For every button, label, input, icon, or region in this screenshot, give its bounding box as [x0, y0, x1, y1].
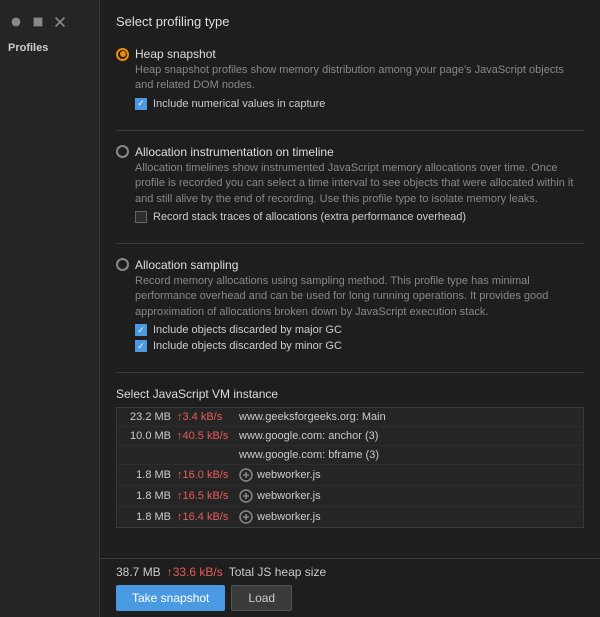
allocation-sampling-radio-row[interactable]: Allocation sampling [116, 258, 584, 272]
vm-size-0: 23.2 MB [125, 411, 171, 423]
include-major-gc-check: ✓ [137, 326, 145, 335]
allocation-sampling-label: Allocation sampling [135, 258, 238, 272]
vm-section-title: Select JavaScript VM instance [116, 387, 584, 401]
include-minor-gc-check: ✓ [137, 342, 145, 351]
include-minor-gc-checkbox[interactable]: ✓ [135, 340, 147, 352]
content-wrapper: Select profiling type Heap snapshot Heap… [100, 0, 600, 617]
vm-size-2: 1.8 MB [125, 469, 171, 481]
include-major-gc-row[interactable]: ✓ Include objects discarded by major GC [135, 324, 584, 336]
vm-name-1b: www.google.com: bframe (3) [239, 449, 379, 461]
include-numerical-row[interactable]: ✓ Include numerical values in capture [135, 98, 584, 110]
load-button[interactable]: Load [231, 585, 292, 611]
vm-rate-2: ↑16.0 kB/s [177, 469, 233, 481]
take-snapshot-button[interactable]: Take snapshot [116, 585, 225, 611]
vm-rate-4: ↑16.4 kB/s [177, 511, 233, 523]
allocation-instrumentation-radio-row[interactable]: Allocation instrumentation on timeline [116, 145, 584, 159]
allocation-instrumentation-desc: Allocation timelines show instrumented J… [135, 161, 584, 207]
main-content: Select profiling type Heap snapshot Heap… [100, 0, 600, 558]
divider-1 [116, 130, 584, 131]
vm-name-1: www.google.com: anchor (3) [239, 430, 378, 442]
stop-icon[interactable] [30, 14, 46, 30]
heap-snapshot-radio-row[interactable]: Heap snapshot [116, 47, 584, 61]
vm-name-4: webworker.js [239, 510, 321, 524]
record-stack-traces-row[interactable]: Record stack traces of allocations (extr… [135, 211, 584, 223]
heap-snapshot-radio[interactable] [116, 48, 129, 61]
allocation-instrumentation-label: Allocation instrumentation on timeline [135, 145, 334, 159]
sidebar: Profiles [0, 0, 100, 617]
sidebar-toolbar [0, 8, 76, 36]
table-row[interactable]: 10.0 MB ↑40.5 kB/s www.google.com: ancho… [117, 427, 583, 446]
vm-size-1: 10.0 MB [125, 430, 171, 442]
include-numerical-check: ✓ [137, 99, 145, 108]
allocation-sampling-desc: Record memory allocations using sampling… [135, 274, 584, 320]
vm-name-3: webworker.js [239, 489, 321, 503]
vm-rate-1: ↑40.5 kB/s [177, 430, 233, 442]
include-numerical-checkbox[interactable]: ✓ [135, 98, 147, 110]
heap-snapshot-label: Heap snapshot [135, 47, 216, 61]
allocation-sampling-radio[interactable] [116, 258, 129, 271]
heap-snapshot-desc: Heap snapshot profiles show memory distr… [135, 63, 584, 94]
include-minor-gc-row[interactable]: ✓ Include objects discarded by minor GC [135, 340, 584, 352]
footer-buttons: Take snapshot Load [116, 585, 584, 611]
include-major-gc-label: Include objects discarded by major GC [153, 324, 342, 336]
footer-stats: 38.7 MB ↑33.6 kB/s Total JS heap size [116, 565, 584, 579]
option-allocation-sampling: Allocation sampling Record memory alloca… [116, 258, 584, 352]
vm-name-2: webworker.js [239, 468, 321, 482]
vm-name-0: www.geeksforgeeks.org: Main [239, 411, 386, 423]
footer-total-size: 38.7 MB [116, 565, 161, 579]
vm-table: 23.2 MB ↑3.4 kB/s www.geeksforgeeks.org:… [116, 407, 584, 528]
footer: 38.7 MB ↑33.6 kB/s Total JS heap size Ta… [100, 558, 600, 617]
vm-rate-0: ↑3.4 kB/s [177, 411, 233, 423]
clear-icon[interactable] [52, 14, 68, 30]
table-row[interactable]: 23.2 MB ↑3.4 kB/s www.geeksforgeeks.org:… [117, 408, 583, 427]
vm-size-3: 1.8 MB [125, 490, 171, 502]
vm-size-4: 1.8 MB [125, 511, 171, 523]
record-stack-traces-label: Record stack traces of allocations (extr… [153, 211, 466, 223]
vm-rate-3: ↑16.5 kB/s [177, 490, 233, 502]
allocation-instrumentation-radio[interactable] [116, 145, 129, 158]
worker-icon-3 [239, 489, 253, 503]
footer-total-label: Total JS heap size [229, 565, 326, 579]
table-row[interactable]: 1.8 MB ↑16.4 kB/s webworker.js [117, 507, 583, 527]
table-row[interactable]: www.google.com: bframe (3) [117, 446, 583, 465]
sidebar-profiles-label: Profiles [0, 36, 56, 60]
option-heap-snapshot: Heap snapshot Heap snapshot profiles sho… [116, 47, 584, 110]
record-icon[interactable] [8, 14, 24, 30]
table-row[interactable]: 1.8 MB ↑16.5 kB/s webworker.js [117, 486, 583, 507]
vm-section: Select JavaScript VM instance 23.2 MB ↑3… [116, 387, 584, 528]
worker-icon-4 [239, 510, 253, 524]
page-title: Select profiling type [116, 14, 584, 29]
divider-2 [116, 243, 584, 244]
option-allocation-instrumentation: Allocation instrumentation on timeline A… [116, 145, 584, 223]
include-numerical-label: Include numerical values in capture [153, 98, 325, 110]
divider-3 [116, 372, 584, 373]
table-row[interactable]: 1.8 MB ↑16.0 kB/s webworker.js [117, 465, 583, 486]
record-stack-traces-checkbox[interactable] [135, 211, 147, 223]
footer-total-rate: ↑33.6 kB/s [167, 565, 223, 579]
include-major-gc-checkbox[interactable]: ✓ [135, 324, 147, 336]
include-minor-gc-label: Include objects discarded by minor GC [153, 340, 342, 352]
worker-icon-2 [239, 468, 253, 482]
